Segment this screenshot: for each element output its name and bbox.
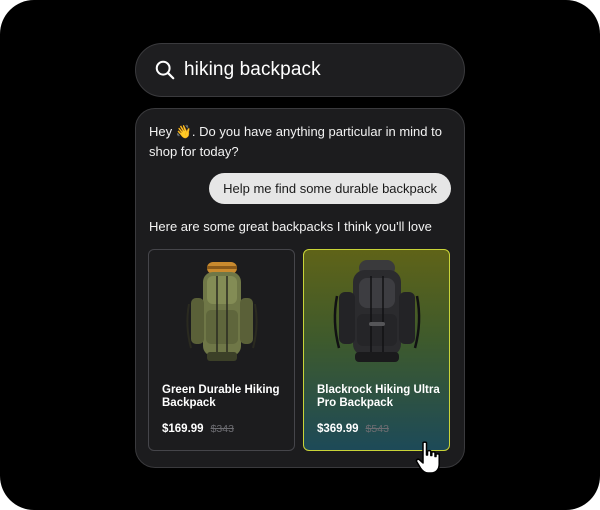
bot-reply-message: Here are some great backpacks I think yo… (149, 219, 432, 234)
product-old-price: $543 (365, 423, 389, 435)
product-title: Green Durable Hiking Backpack (162, 384, 280, 409)
price-row: $369.99 $543 (317, 423, 389, 435)
product-price: $169.99 (162, 423, 204, 435)
app-frame: Hey 👋. Do you have anything particular i… (0, 0, 600, 510)
black-backpack-icon (333, 260, 420, 362)
product-image (304, 256, 449, 370)
greeting-text: . Do you have anything particular in min… (149, 124, 442, 159)
price-row: $169.99 $343 (162, 423, 234, 435)
chat-panel: Hey 👋. Do you have anything particular i… (135, 108, 465, 468)
green-backpack-icon (185, 262, 258, 361)
user-message-bubble: Help me find some durable backpack (209, 173, 451, 204)
search-input[interactable] (184, 55, 434, 85)
greeting-prefix: Hey (149, 124, 176, 139)
waving-hand-icon: 👋 (175, 124, 192, 139)
product-image (149, 256, 294, 370)
product-card-blackrock-backpack[interactable]: Blackrock Hiking Ultra Pro Backpack $369… (303, 249, 450, 451)
search-icon (155, 60, 175, 80)
product-price: $369.99 (317, 423, 359, 435)
bot-greeting-message: Hey 👋. Do you have anything particular i… (149, 122, 449, 162)
search-bar[interactable] (135, 43, 465, 97)
product-card-green-backpack[interactable]: Green Durable Hiking Backpack $169.99 $3… (148, 249, 295, 451)
product-old-price: $343 (210, 423, 234, 435)
hand-pointer-cursor-icon (415, 441, 440, 474)
product-title: Blackrock Hiking Ultra Pro Backpack (317, 384, 440, 409)
